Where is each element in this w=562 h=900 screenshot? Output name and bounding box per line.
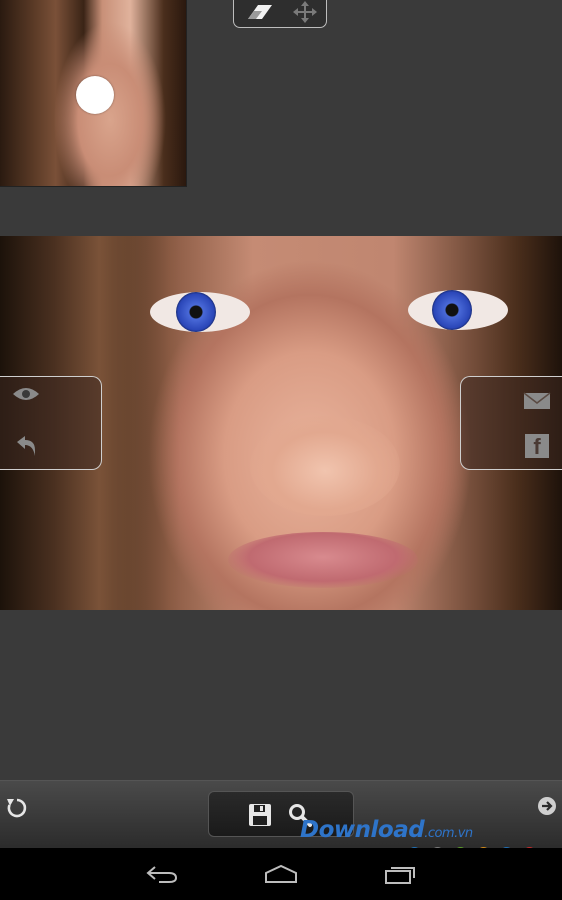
recents-button[interactable]	[376, 858, 426, 890]
undo-button[interactable]	[6, 429, 46, 463]
save-icon	[249, 804, 271, 826]
eraser-tool-button[interactable]	[236, 0, 282, 26]
move-tool-button[interactable]	[282, 0, 328, 26]
right-iris	[432, 290, 472, 330]
zoom-cursor	[76, 76, 114, 114]
left-iris	[176, 292, 216, 332]
left-side-panel	[0, 376, 102, 470]
watermark-suffix: .com.vn	[424, 826, 473, 841]
eye-icon	[13, 388, 39, 400]
recents-icon	[385, 867, 415, 884]
zoom-preview	[0, 0, 187, 187]
next-button[interactable]	[536, 795, 558, 817]
back-button[interactable]	[137, 858, 187, 890]
facebook-icon: f	[525, 434, 549, 458]
right-eye	[408, 290, 508, 330]
arrow-right-icon	[538, 797, 556, 815]
bottom-toolbar: Download.com.vn	[0, 780, 562, 860]
navigation-bar	[0, 848, 562, 900]
email-button[interactable]	[517, 384, 557, 418]
eraser-icon	[248, 5, 272, 19]
home-button[interactable]	[256, 858, 306, 890]
back-icon	[146, 866, 178, 883]
watermark-text: Download	[300, 817, 425, 843]
left-eye	[150, 292, 250, 332]
tool-toggle	[233, 0, 327, 28]
facebook-letter: f	[533, 434, 541, 459]
save-button[interactable]	[245, 800, 275, 830]
facebook-button[interactable]: f	[517, 429, 557, 463]
right-side-panel: f	[460, 376, 562, 470]
reset-icon	[7, 798, 27, 818]
email-icon	[523, 392, 551, 409]
move-icon	[293, 1, 317, 23]
lips-region	[228, 532, 418, 588]
nose-region	[250, 416, 400, 516]
watermark: Download.com.vn	[300, 817, 473, 843]
undo-icon	[17, 436, 35, 456]
reset-button[interactable]	[2, 793, 32, 823]
preview-button[interactable]	[6, 377, 46, 411]
home-icon	[265, 864, 297, 883]
